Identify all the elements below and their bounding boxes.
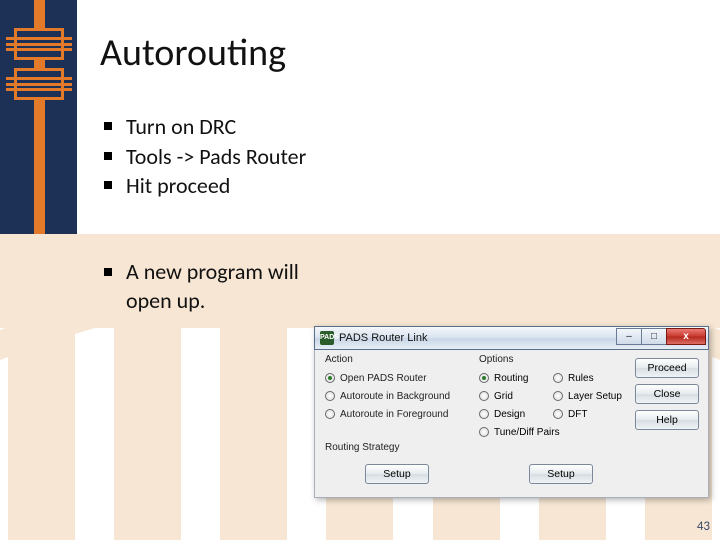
radio-icon [325,373,335,383]
close-button[interactable]: x [666,328,706,345]
bullet-item: Turn on DRC [104,112,306,142]
minimize-icon: – [626,331,632,342]
radio-autoroute-background[interactable]: Autoroute in Background [325,387,467,405]
group-strategy-label: Routing Strategy [325,442,467,453]
pads-app-icon: PADS [320,331,334,345]
bullet-marker [104,122,112,130]
radio-label: Open PADS Router [340,373,427,384]
slide: Autorouting Turn on DRC Tools -> Pads Ro… [0,0,720,540]
radio-dft[interactable]: DFT [553,409,627,420]
setup-options-button[interactable]: Setup [529,464,593,484]
group-options: Options Routing Rules Grid Layer Setup D… [479,354,627,441]
bullet-list-1: Turn on DRC Tools -> Pads Router Hit pro… [104,112,306,201]
radio-icon [553,373,563,383]
group-routing-strategy: Routing Strategy [325,442,467,457]
page-number: 43 [697,519,710,534]
dialog-title: PADS Router Link [339,332,427,344]
radio-icon [479,409,489,419]
chip-decor-1 [14,28,64,60]
close-dialog-button[interactable]: Close [635,384,699,404]
dialog-body: Action Open PADS Router Autoroute in Bac… [314,350,709,498]
radio-icon [479,427,489,437]
radio-icon [479,373,489,383]
bullet-item: Hit proceed [104,171,306,201]
radio-icon [325,391,335,401]
radio-label: DFT [568,409,587,420]
slide-title: Autorouting [100,30,286,76]
radio-design[interactable]: Design [479,409,553,420]
bullet-item: Tools -> Pads Router [104,142,306,172]
radio-label: Layer Setup [568,391,622,402]
bullet-list-2: A new program will open up. [104,258,324,315]
group-options-label: Options [479,354,627,365]
setup-strategy-button[interactable]: Setup [365,464,429,484]
bullet-item: A new program will open up. [104,258,324,315]
pads-router-link-dialog: PADS PADS Router Link – □ x Action Open … [314,326,709,498]
radio-label: Autoroute in Foreground [340,409,448,420]
bullet-marker [104,152,112,160]
radio-autoroute-foreground[interactable]: Autoroute in Foreground [325,405,467,423]
dialog-titlebar[interactable]: PADS PADS Router Link – □ x [314,326,709,350]
radio-routing[interactable]: Routing [479,373,553,384]
chip-decor-2 [14,68,64,100]
radio-label: Rules [568,373,594,384]
radio-label: Design [494,409,525,420]
bullet-text: Turn on DRC [126,112,236,142]
bullet-text: Tools -> Pads Router [126,142,306,172]
radio-label: Tune/Diff Pairs [494,427,560,438]
radio-grid[interactable]: Grid [479,391,553,402]
bullet-marker [104,268,112,276]
radio-icon [553,409,563,419]
group-action-label: Action [325,354,467,365]
group-action: Action Open PADS Router Autoroute in Bac… [325,354,467,423]
maximize-button[interactable]: □ [641,328,667,345]
bullet-marker [104,181,112,189]
close-icon: x [683,331,689,342]
radio-label: Grid [494,391,513,402]
bullet-text: Hit proceed [126,171,230,201]
minimize-button[interactable]: – [616,328,642,345]
help-button[interactable]: Help [635,410,699,430]
radio-icon [553,391,563,401]
radio-open-pads-router[interactable]: Open PADS Router [325,369,467,387]
radio-icon [325,409,335,419]
window-controls: – □ x [617,328,706,345]
dialog-buttons: Proceed Close Help [635,358,699,430]
radio-rules[interactable]: Rules [553,373,627,384]
radio-label: Routing [494,373,528,384]
maximize-icon: □ [651,331,657,342]
radio-icon [479,391,489,401]
bullet-text: A new program will open up. [126,258,324,315]
proceed-button[interactable]: Proceed [635,358,699,378]
radio-layer-setup[interactable]: Layer Setup [553,391,627,402]
radio-tune-diff-pairs[interactable]: Tune/Diff Pairs [479,427,619,438]
radio-label: Autoroute in Background [340,391,450,402]
